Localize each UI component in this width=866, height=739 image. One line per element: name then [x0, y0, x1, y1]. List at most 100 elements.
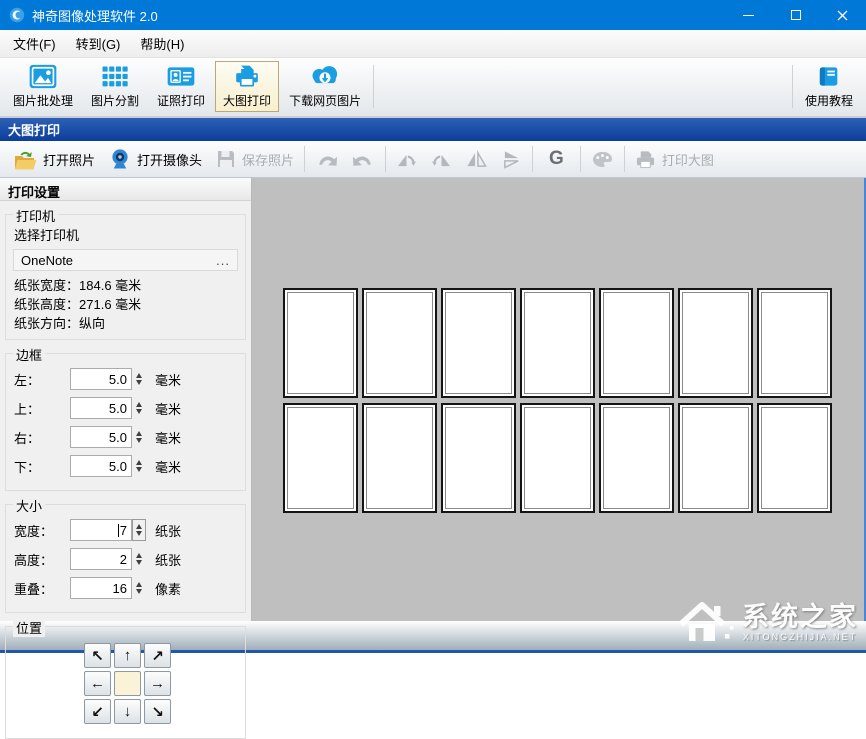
move-up-right-button[interactable]: ↗ — [144, 643, 171, 668]
print-page — [757, 288, 832, 398]
margin-right-input[interactable]: 5.0 — [70, 426, 132, 448]
paper-orientation-row: 纸张方向：纵向 — [12, 314, 239, 333]
ribbon-label: 使用教程 — [805, 92, 853, 109]
overlap-input[interactable]: 16 — [70, 577, 132, 599]
paper-height-label: 纸张高度： — [14, 297, 79, 312]
move-up-button[interactable]: ↑ — [114, 643, 141, 668]
maximize-button[interactable] — [772, 0, 819, 30]
grayscale-button[interactable]: G — [536, 144, 577, 174]
section-title: 大图打印 — [8, 120, 60, 139]
spin-up-icon[interactable] — [136, 460, 142, 465]
flip-vertical-icon — [501, 150, 522, 169]
move-down-button[interactable]: ↓ — [114, 699, 141, 724]
move-up-left-button[interactable]: ↖ — [84, 643, 111, 668]
spin-up-icon[interactable] — [136, 431, 142, 436]
save-icon — [216, 149, 236, 169]
ribbon-large-print-button[interactable]: 大图打印 — [215, 61, 279, 112]
close-icon — [837, 10, 848, 21]
spin-up-icon[interactable] — [136, 553, 142, 558]
margins-group-title: 边框 — [13, 345, 45, 364]
print-page — [441, 403, 516, 513]
print-page-inner — [761, 407, 828, 509]
spin-down-icon[interactable] — [136, 531, 142, 536]
section-header: 大图打印 — [0, 118, 866, 141]
paper-width-value: 184.6 毫米 — [79, 278, 141, 293]
image-split-icon — [98, 64, 132, 89]
margin-right-row: 右： 5.0 毫米 — [12, 426, 239, 448]
print-page-inner — [445, 292, 512, 394]
width-value: 7 — [120, 523, 127, 538]
print-page — [520, 288, 595, 398]
spin-down-icon[interactable] — [136, 467, 142, 472]
margin-bottom-input[interactable]: 5.0 — [70, 455, 132, 477]
tutorial-book-icon — [813, 64, 845, 89]
ribbon-id-photo-print-button[interactable]: 证照打印 — [149, 61, 213, 112]
width-row: 宽度： 7 纸张 — [12, 519, 239, 541]
toolbar-separator — [385, 146, 386, 172]
height-input[interactable]: 2 — [70, 548, 132, 570]
margin-left-input[interactable]: 5.0 — [70, 368, 132, 390]
menu-file[interactable]: 文件(F) — [3, 29, 66, 58]
print-page — [599, 403, 674, 513]
margin-bottom-label: 下： — [12, 457, 70, 476]
width-input[interactable]: 7 — [70, 519, 132, 541]
spin-down-icon[interactable] — [136, 380, 142, 385]
spin-up-icon[interactable] — [136, 524, 142, 529]
move-down-left-button[interactable]: ↙ — [84, 699, 111, 724]
spin-down-icon[interactable] — [136, 409, 142, 414]
ribbon-label: 图片分割 — [91, 92, 139, 109]
ribbon-download-web-image-button[interactable]: 下载网页图片 — [281, 61, 369, 112]
spin-up-icon[interactable] — [136, 373, 142, 378]
menu-goto[interactable]: 转到(G) — [66, 29, 131, 58]
ribbon-label: 大图打印 — [223, 92, 271, 109]
flip-horizontal-button — [459, 146, 494, 173]
printer-name: OneNote — [21, 253, 73, 268]
spin-up-icon[interactable] — [136, 582, 142, 587]
height-unit: 纸张 — [155, 550, 181, 569]
margin-top-input[interactable]: 5.0 — [70, 397, 132, 419]
margin-left-value: 5.0 — [109, 372, 127, 387]
ribbon-tutorial-button[interactable]: 使用教程 — [797, 61, 861, 112]
printer-select[interactable]: OneNote ... — [13, 249, 238, 271]
save-photo-button: 保存照片 — [209, 145, 301, 173]
position-center-cell — [114, 671, 141, 696]
print-page — [283, 288, 358, 398]
menu-help[interactable]: 帮助(H) — [130, 29, 194, 58]
print-page-inner — [761, 292, 828, 394]
margin-left-unit: 毫米 — [155, 370, 181, 389]
minimize-button[interactable] — [725, 0, 772, 30]
open-photo-button[interactable]: 打开照片 — [6, 145, 102, 174]
spin-down-icon[interactable] — [136, 560, 142, 565]
margin-bottom-value: 5.0 — [109, 459, 127, 474]
title-bar: 神奇图像处理软件 2.0 — [0, 0, 866, 30]
large-print-icon — [230, 64, 264, 89]
open-camera-button[interactable]: 打开摄像头 — [102, 144, 209, 174]
redo-button — [345, 145, 382, 173]
menu-bar: 文件(F) 转到(G) 帮助(H) — [0, 30, 866, 58]
printer-browse-button[interactable]: ... — [216, 253, 230, 268]
spin-down-icon[interactable] — [136, 589, 142, 594]
open-photo-label: 打开照片 — [43, 150, 95, 169]
move-down-right-button[interactable]: ↘ — [144, 699, 171, 724]
cloud-download-icon — [305, 64, 345, 89]
print-page — [283, 403, 358, 513]
move-right-button[interactable]: → — [144, 671, 171, 696]
spin-down-icon[interactable] — [136, 438, 142, 443]
spin-up-icon[interactable] — [136, 402, 142, 407]
move-left-button[interactable]: ← — [84, 671, 111, 696]
flip-vertical-button — [494, 146, 529, 173]
margin-right-unit: 毫米 — [155, 428, 181, 447]
print-page-inner — [682, 407, 749, 509]
close-button[interactable] — [819, 0, 866, 30]
print-page-inner — [445, 407, 512, 509]
redo-icon — [352, 149, 375, 169]
margin-top-unit: 毫米 — [155, 399, 181, 418]
ribbon-image-split-button[interactable]: 图片分割 — [83, 61, 147, 112]
open-camera-label: 打开摄像头 — [137, 150, 202, 169]
ribbon-image-batch-button[interactable]: 图片批处理 — [5, 61, 81, 112]
ribbon-label: 证照打印 — [157, 92, 205, 109]
size-group: 大小 宽度： 7 纸张 高度： 2 纸张 重叠： 16 像素 — [5, 504, 246, 613]
print-page — [757, 403, 832, 513]
printer-group: 打印机 选择打印机 OneNote ... 纸张宽度：184.6 毫米 纸张高度… — [5, 214, 246, 340]
rotate-left-button — [389, 146, 424, 173]
